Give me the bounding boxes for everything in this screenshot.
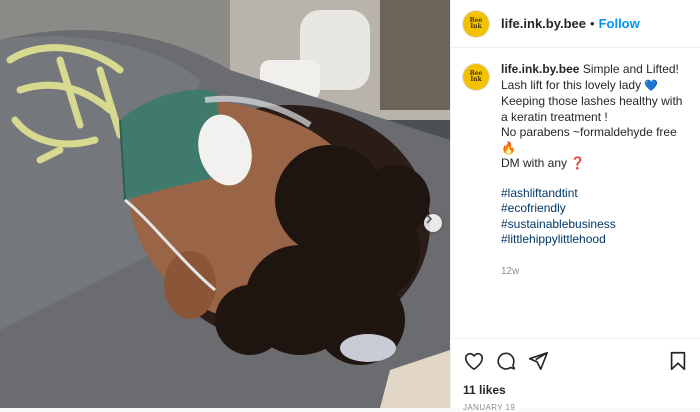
fire-emoji: 🔥 bbox=[501, 140, 516, 155]
follow-button[interactable]: Follow bbox=[599, 16, 640, 31]
caption-line-5: DM with any ❓ bbox=[501, 156, 683, 172]
caption-line-2-text: Lash lift for this lovely lady bbox=[501, 77, 642, 92]
post-side-panel: Bee Ink life.ink.by.bee • Follow Bee Ink… bbox=[450, 0, 700, 412]
photo-illustration bbox=[0, 0, 450, 408]
caption-line-2: Lash lift for this lovely lady 💙 bbox=[501, 78, 683, 95]
caption-line-4: No parabens ~formaldehyde free 🔥 bbox=[501, 125, 683, 156]
caption-line-5-text: DM with any bbox=[501, 156, 568, 170]
post-date: January 19 bbox=[463, 403, 516, 412]
likes-count[interactable]: 11 likes bbox=[451, 375, 700, 397]
carousel-next-button[interactable] bbox=[424, 214, 442, 232]
question-emoji: ❓ bbox=[570, 156, 586, 170]
header-separator: • bbox=[590, 16, 595, 31]
post-header: Bee Ink life.ink.by.bee • Follow bbox=[451, 0, 700, 48]
caption-text: life.ink.by.bee Simple and Lifted! Lash … bbox=[501, 62, 683, 279]
post-photo[interactable] bbox=[0, 0, 450, 408]
hashtag-link[interactable]: #littlehippylittlehood bbox=[501, 232, 683, 248]
avatar-logo-text: Bee Ink bbox=[469, 16, 483, 30]
blue-heart-emoji: 💙 bbox=[644, 79, 659, 92]
header-username[interactable]: life.ink.by.bee bbox=[501, 16, 586, 31]
heart-icon[interactable] bbox=[463, 350, 485, 372]
caption-line-4-text: No parabens ~formaldehyde free bbox=[501, 125, 677, 139]
caption-time-ago[interactable]: 12w bbox=[501, 264, 683, 280]
caption-line-3: Keeping those lashes healthy with a kera… bbox=[501, 94, 683, 124]
bookmark-icon[interactable] bbox=[667, 350, 689, 372]
avatar-logo-text: Bee Ink bbox=[469, 70, 483, 83]
caption-line-1: Simple and Lifted! bbox=[582, 62, 679, 76]
avatar[interactable]: Bee Ink bbox=[463, 10, 489, 37]
chevron-right-icon bbox=[426, 214, 433, 224]
caption-username[interactable]: life.ink.by.bee bbox=[501, 62, 579, 76]
action-bar bbox=[451, 339, 700, 375]
caption-avatar[interactable]: Bee Ink bbox=[463, 64, 489, 90]
hashtag-link[interactable]: #lashliftandtint bbox=[501, 186, 683, 202]
caption-row: Bee Ink life.ink.by.bee Simple and Lifte… bbox=[463, 62, 688, 279]
instagram-post: Bee Ink life.ink.by.bee • Follow Bee Ink… bbox=[0, 0, 700, 412]
post-footer: 11 likes January 19 bbox=[451, 338, 700, 412]
hashtag-list: #lashliftandtint #ecofriendly #sustainab… bbox=[501, 186, 683, 248]
hashtag-link[interactable]: #sustainablebusiness bbox=[501, 217, 683, 233]
hashtag-link[interactable]: #ecofriendly bbox=[501, 201, 683, 217]
comment-icon[interactable] bbox=[495, 350, 517, 372]
share-icon[interactable] bbox=[527, 350, 549, 372]
